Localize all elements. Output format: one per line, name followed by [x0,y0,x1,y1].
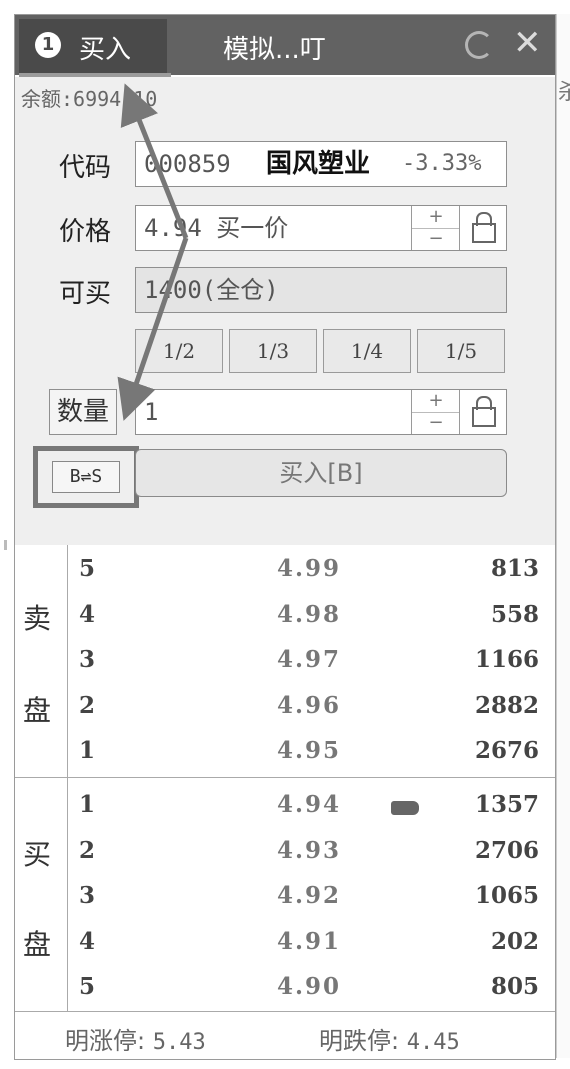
buy-side-label-2: 盘 [23,928,52,961]
fraction-third-button[interactable]: 1/3 [229,329,317,373]
level-number: 2 [79,691,96,719]
limit-down-label: 明跌停: [319,1027,400,1055]
level-price: 4.95 [277,737,342,764]
order-form: 余额:6994.10 代码 000859 国风塑业 -3.33% 价格 4.94… [15,77,555,545]
price-lock-icon[interactable] [459,206,506,250]
fraction-fifth-button[interactable]: 1/5 [417,329,505,373]
level-number: 5 [79,973,96,1000]
level-volume: 1166 [474,646,539,673]
tab-buy[interactable]: 1 买入 [19,19,167,73]
level-number: 5 [79,555,96,582]
level-number: 3 [79,882,96,909]
sell-level-row[interactable]: 5 4.99 813 [75,549,545,595]
buy-side-label-1: 买 [23,838,52,871]
limit-down: 明跌停: 4.45 [319,1021,460,1056]
price-stepper[interactable]: + − [411,206,460,250]
price-value: 4.94 买一价 [144,214,289,242]
sell-level-row[interactable]: 1 4.95 2676 [75,731,545,777]
annotation-swap-highlight: B⇌S [33,446,139,508]
sell-side-label-2: 盘 [23,694,52,727]
max-buy-label: 可买 [59,279,112,309]
limit-up-value: 5.43 [152,1030,206,1055]
quantity-label: 数量 [49,389,117,435]
level-price: 4.92 [277,882,342,909]
quantity-lock-icon[interactable] [459,390,506,434]
level-price: 4.96 [277,691,342,719]
level-number: 1 [79,737,96,764]
close-icon[interactable]: ✕ [513,23,542,63]
price-plus-button[interactable]: + [412,206,460,229]
level-price: 4.90 [277,973,342,1000]
refresh-icon[interactable] [465,31,493,59]
sell-side-label-1: 卖 [23,602,52,635]
current-price-marker-icon [391,801,419,815]
adjacent-panel-text: 杀 [558,80,570,105]
sell-level-row[interactable]: 2 4.96 2882 [75,686,545,732]
level-price: 4.94 [277,791,342,818]
level-number: 1 [79,791,96,818]
limit-up: 明涨停: 5.43 [65,1021,206,1056]
tab-number-badge: 1 [35,32,61,58]
code-label: 代码 [59,153,112,183]
level-volume: 805 [490,973,539,1000]
code-field[interactable]: 000859 国风塑业 -3.33% [135,141,507,187]
level-volume: 813 [490,555,539,582]
stock-name: 国风塑业 [266,149,371,179]
level-volume: 202 [490,927,539,955]
fraction-quarter-button[interactable]: 1/4 [323,329,411,373]
level-volume: 2676 [474,737,539,764]
price-minus-button[interactable]: − [412,228,460,250]
buy-level-row[interactable]: 4 4.91 202 [75,922,545,968]
fraction-half-button[interactable]: 1/2 [135,329,223,373]
level-price: 4.99 [277,555,342,582]
level-price: 4.98 [277,600,342,628]
level-number: 4 [79,927,96,955]
level-volume: 2706 [474,836,539,864]
level-number: 4 [79,600,96,628]
change-percent: -3.33% [402,151,482,176]
balance-text: 余额:6994.10 [21,87,158,111]
trade-panel: 1 买入 模拟...叮 ✕ 余额:6994.10 代码 000859 国风塑业 … [14,14,556,1060]
level-price: 4.97 [277,646,342,673]
title-bar: 1 买入 模拟...叮 ✕ [15,15,555,79]
level-volume: 2882 [474,691,539,719]
quantity-plus-button[interactable]: + [412,390,460,413]
price-label: 价格 [59,217,112,247]
buy-sell-swap-button[interactable]: B⇌S [52,461,120,493]
level-price: 4.93 [277,836,342,864]
side-panel-edge [556,14,570,1058]
max-buy-value: 1400(全仓) [144,276,279,304]
level-volume: 1065 [474,882,539,909]
level-number: 2 [79,836,96,864]
level-number: 3 [79,646,96,673]
quantity-value: 1 [144,398,159,426]
sell-level-row[interactable]: 3 4.97 1166 [75,640,545,686]
max-buy-field: 1400(全仓) [135,267,507,313]
buy-level-row[interactable]: 5 4.90 805 [75,967,545,1013]
level-price: 4.91 [277,927,342,955]
buy-submit-button[interactable]: 买入[B] [135,449,507,497]
limit-up-label: 明涨停: [65,1027,146,1055]
price-field[interactable]: 4.94 买一价 + − [135,205,507,251]
quantity-stepper[interactable]: + − [411,390,460,434]
price-limits: 明涨停: 5.43 明跌停: 4.45 [15,1011,555,1059]
buy-level-row[interactable]: 3 4.92 1065 [75,876,545,922]
left-edge-mark [4,540,13,550]
code-value: 000859 [144,150,231,178]
level-volume: 1357 [474,791,539,818]
window-title: 模拟...叮 [223,35,326,65]
limit-down-value: 4.45 [406,1030,460,1055]
buy-level-row[interactable]: 1 4.94 1357 [75,785,545,831]
quantity-minus-button[interactable]: − [412,412,460,434]
quantity-field[interactable]: 1 + − [135,389,507,435]
sell-level-row[interactable]: 4 4.98 558 [75,595,545,641]
tab-buy-label: 买入 [79,35,132,65]
book-divider [67,545,68,1011]
buy-level-row[interactable]: 2 4.93 2706 [75,831,545,877]
level-volume: 558 [490,600,539,628]
book-separator [15,777,555,778]
